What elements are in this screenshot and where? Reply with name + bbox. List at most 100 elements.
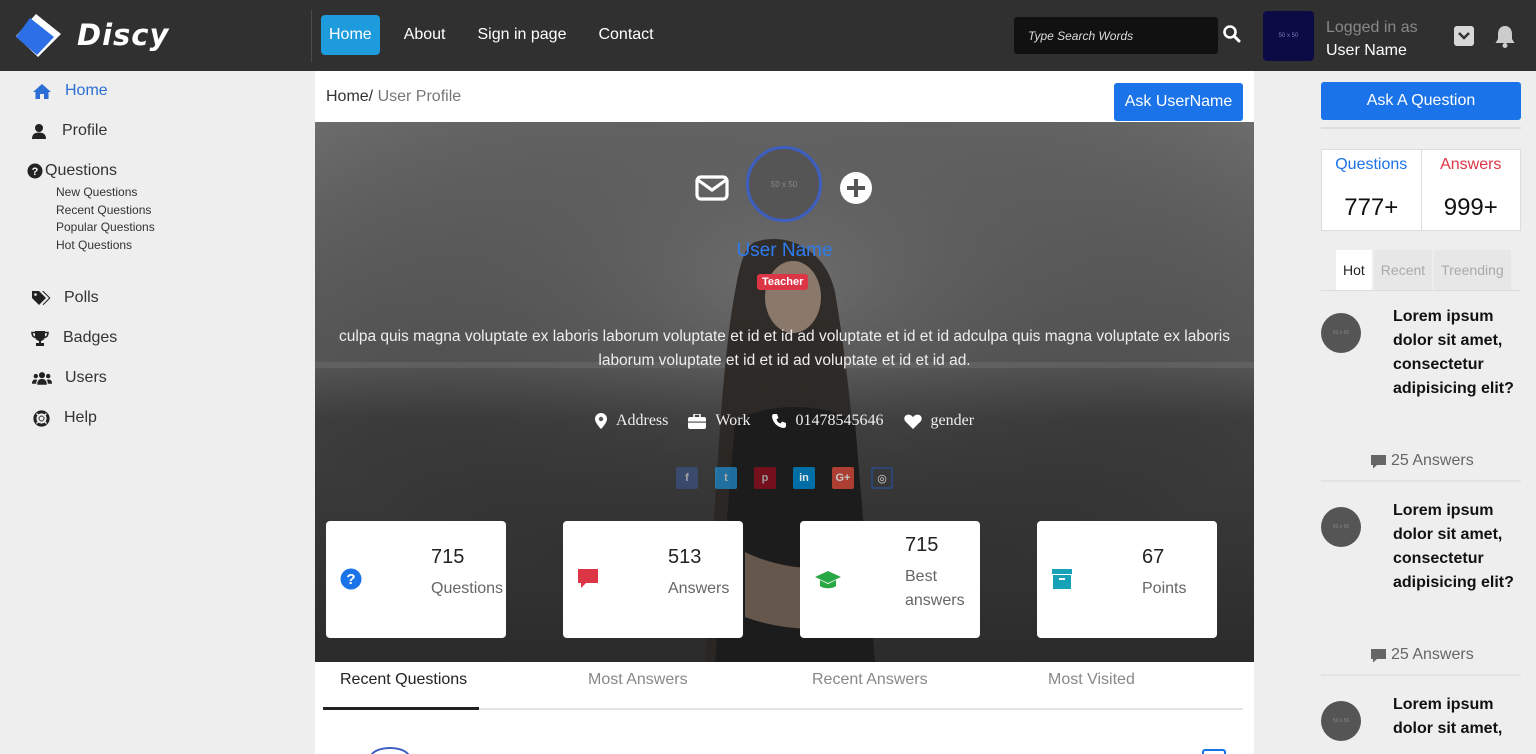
sidebar-sub-hot-questions[interactable]: Hot Questions	[56, 237, 132, 255]
main-content: Home/ User Profile Ask UserName 50 x 50 …	[315, 71, 1254, 754]
question-avatar	[370, 747, 410, 754]
map-marker-icon	[594, 413, 607, 429]
heart-icon	[903, 414, 922, 429]
instagram-icon[interactable]: ◎	[871, 467, 893, 489]
google-plus-icon[interactable]: G+	[832, 467, 854, 489]
post-answers[interactable]: 25 Answers	[1370, 452, 1474, 470]
profile-gender: gender	[930, 412, 975, 429]
sidebar-item-home[interactable]: Home	[32, 82, 108, 100]
notifications-button[interactable]	[1494, 24, 1516, 48]
breadcrumb: Home/ User Profile	[326, 88, 461, 106]
tab-recent[interactable]: Recent	[1373, 250, 1433, 290]
site-stats-box: Questions 777+ Answers 999+	[1321, 149, 1521, 231]
trophy-icon	[31, 330, 49, 346]
nav-home[interactable]: Home	[321, 15, 380, 55]
profile-address: Address	[615, 412, 669, 429]
post-title[interactable]: Lorem ipsum dolor sit amet, consectetur …	[1393, 499, 1518, 595]
tab-recent-answers[interactable]: Recent Answers	[812, 671, 928, 689]
stat-questions-value: 715	[431, 546, 465, 568]
tab-recent-questions[interactable]: Recent Questions	[340, 671, 467, 689]
post-avatar: 50 x 50	[1321, 507, 1361, 547]
logged-in-user-name: User Name	[1326, 42, 1407, 59]
search-input[interactable]: Type Search Words	[1014, 17, 1218, 54]
site-questions-value: 777+	[1344, 194, 1399, 221]
logged-in-info: Logged in as User Name	[1326, 16, 1418, 62]
post-title[interactable]: Lorem ipsum dolor sit amet, consectetur …	[1393, 305, 1518, 401]
site-answers-value: 999+	[1443, 194, 1498, 221]
comment-icon	[578, 569, 598, 588]
linkedin-icon[interactable]: in	[793, 467, 815, 489]
stat-points-value: 67	[1142, 546, 1165, 568]
sidebar-tabs: Hot Recent Treending	[1336, 250, 1511, 290]
profile-bio: culpa quis magna voluptate ex laboris la…	[339, 328, 1230, 369]
brand-name: Discy	[77, 18, 170, 52]
post-answers-count: 25 Answers	[1391, 452, 1474, 469]
hot-post[interactable]: 50 x 50 Lorem ipsum dolor sit amet,	[1321, 696, 1521, 754]
divider	[1321, 127, 1521, 129]
sidebar-sub-new-questions[interactable]: New Questions	[56, 184, 137, 202]
post-avatar: 50 x 50	[1321, 313, 1361, 353]
nav-sign-in[interactable]: Sign in page	[470, 15, 575, 55]
sidebar-item-users[interactable]: Users	[32, 369, 107, 387]
user-avatar[interactable]: 50 x 50	[1263, 11, 1314, 61]
hot-post[interactable]: 50 x 50 Lorem ipsum dolor sit amet, cons…	[1321, 502, 1521, 677]
breadcrumb-home[interactable]: Home/	[326, 88, 373, 105]
brand-logo[interactable]: Discy	[14, 12, 169, 58]
sidebar-label-profile: Profile	[62, 122, 108, 139]
profile-info-row: Address Work 01478545646 gender	[315, 412, 1254, 430]
post-answers[interactable]: 25 Answers	[1370, 646, 1474, 664]
avatar-placeholder-text: 50 x 50	[1278, 33, 1299, 39]
stat-card-answers: 513 Answers	[563, 521, 743, 638]
ask-user-button[interactable]: Ask UserName	[1114, 83, 1243, 121]
main-nav: Home About Sign in page Contact	[321, 15, 678, 55]
profile-work: Work	[715, 412, 751, 429]
sidebar-sub-recent-questions[interactable]: Recent Questions	[56, 202, 151, 220]
question-circle-icon: ?	[340, 568, 362, 590]
breadcrumb-current: User Profile	[377, 88, 462, 105]
site-questions-stat: Questions 777+	[1322, 150, 1422, 230]
sidebar-item-badges[interactable]: Badges	[30, 329, 117, 347]
question-action-icon[interactable]	[1202, 749, 1226, 754]
sidebar-sub-popular-questions[interactable]: Popular Questions	[56, 219, 155, 237]
sidebar-item-help[interactable]: Help	[31, 409, 97, 427]
divider	[1321, 674, 1521, 676]
site-answers-stat: Answers 999+	[1422, 150, 1521, 230]
hot-post[interactable]: 50 x 50 Lorem ipsum dolor sit amet, cons…	[1321, 308, 1521, 483]
profile-cover: 50 x 50 User Name Teacher culpa quis mag…	[315, 122, 1254, 662]
profile-phone: 01478545646	[795, 412, 884, 429]
bell-icon	[1495, 26, 1515, 48]
home-icon	[33, 83, 51, 99]
tab-trending[interactable]: Treending	[1434, 250, 1511, 290]
search-placeholder: Type Search Words	[1028, 28, 1134, 43]
role-badge: Teacher	[757, 274, 809, 290]
stat-answers-label: Answers	[668, 580, 730, 597]
user-menu-dropdown[interactable]	[1454, 26, 1474, 46]
tab-most-visited[interactable]: Most Visited	[1048, 671, 1135, 689]
sidebar-item-questions[interactable]: ? Questions	[25, 162, 117, 180]
nav-about[interactable]: About	[396, 15, 454, 55]
post-avatar-text: 50 x 50	[1332, 524, 1350, 530]
profile-avatar: 50 x 50	[746, 146, 822, 222]
sidebar-label-home: Home	[65, 82, 108, 99]
site-questions-label: Questions	[1335, 156, 1408, 173]
message-icon[interactable]	[695, 175, 729, 201]
sidebar-item-profile[interactable]: Profile	[29, 122, 107, 140]
twitter-icon[interactable]: t	[715, 467, 737, 489]
stat-card-best-answers: 715 Best answers	[800, 521, 980, 638]
social-links: f t p in G+ ◎	[676, 467, 893, 489]
follow-plus-icon[interactable]	[840, 172, 872, 204]
svg-text:?: ?	[32, 166, 39, 178]
right-sidebar: Ask A Question Questions 777+ Answers 99…	[1311, 71, 1527, 754]
tab-most-answers[interactable]: Most Answers	[588, 671, 688, 689]
facebook-icon[interactable]: f	[676, 467, 698, 489]
ask-question-button[interactable]: Ask A Question	[1321, 82, 1521, 120]
sidebar-label-polls: Polls	[64, 289, 99, 306]
pinterest-icon[interactable]: p	[754, 467, 776, 489]
divider	[1321, 290, 1521, 291]
nav-contact[interactable]: Contact	[590, 15, 661, 55]
sidebar-item-polls[interactable]: Polls	[31, 289, 99, 307]
tab-hot[interactable]: Hot	[1336, 250, 1372, 290]
search-button[interactable]	[1222, 24, 1242, 44]
post-title[interactable]: Lorem ipsum dolor sit amet,	[1393, 693, 1518, 741]
post-answers-count: 25 Answers	[1391, 646, 1474, 663]
